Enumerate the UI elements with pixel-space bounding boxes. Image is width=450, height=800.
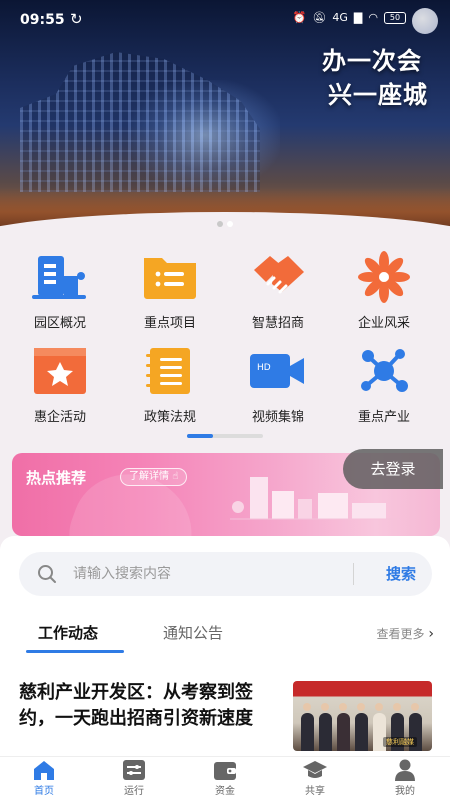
- wifi-icon: ◠: [368, 11, 378, 24]
- wallet-icon: [213, 759, 237, 781]
- promo-title: 热点推荐: [26, 469, 87, 487]
- battery-icon: 50: [384, 11, 406, 24]
- toggle-icon: [122, 759, 146, 781]
- nav-label: 共享: [305, 786, 325, 797]
- thumb-head: [303, 703, 311, 711]
- hero-slogan: 办一次会 兴一座城: [322, 44, 427, 112]
- grid-row-2: 惠企活动 政策法规 HD 视频集锦 重点产业: [0, 344, 450, 425]
- hero-dot[interactable]: [217, 221, 223, 227]
- tab-work-updates[interactable]: 工作动态: [38, 622, 98, 643]
- tab-active-indicator: [26, 650, 124, 653]
- graduation-cap-icon: [303, 759, 327, 781]
- nav-operations[interactable]: 运行: [99, 759, 169, 797]
- slogan-line-2: 兴一座城: [328, 81, 428, 109]
- tab-notices[interactable]: 通知公告: [163, 622, 223, 643]
- nav-profile[interactable]: 我的: [370, 759, 440, 797]
- promo-detail-button[interactable]: 了解详情 ☝: [120, 468, 188, 486]
- pointer-hand-icon: ☝: [172, 471, 179, 482]
- news-tabs: 工作动态 通知公告 查看更多 ›: [0, 612, 450, 656]
- building-icon: [30, 250, 90, 304]
- home-icon: [32, 759, 56, 781]
- grid-item-park-overview[interactable]: 园区概况: [10, 250, 110, 331]
- status-time: 09:55: [20, 12, 65, 28]
- news-list: 慈利产业开发区：从考察到签约，一天跑出招商引资新速度 慈利融媒: [0, 656, 450, 756]
- grid-item-label: 智慧招商: [251, 316, 304, 331]
- person-icon: [393, 759, 417, 781]
- nav-label: 我的: [395, 786, 415, 797]
- notebook-icon: [140, 344, 200, 398]
- grid-item-key-industries[interactable]: 重点产业: [334, 344, 434, 425]
- signal-icon: ▇: [353, 11, 363, 24]
- grid-item-policies[interactable]: 政策法规: [120, 344, 220, 425]
- star-card-icon: [30, 344, 90, 398]
- thumb-head: [375, 703, 383, 711]
- grid-item-enterprise-events[interactable]: 惠企活动: [10, 344, 110, 425]
- thumb-head: [357, 703, 365, 711]
- nav-home[interactable]: 首页: [9, 759, 79, 797]
- thumb-person: [301, 713, 314, 751]
- folder-list-icon: [140, 250, 200, 304]
- chevron-right-icon: ›: [428, 626, 434, 642]
- search-input[interactable]: [73, 552, 353, 596]
- hero-dot-active[interactable]: [227, 221, 233, 227]
- news-item-title[interactable]: 慈利产业开发区：从考察到签约，一天跑出招商引资新速度: [19, 680, 277, 732]
- grid-item-label: 惠企活动: [33, 410, 86, 425]
- nav-share[interactable]: 共享: [280, 759, 350, 797]
- hero-pagination: [0, 212, 450, 228]
- grid-item-label: 园区概况: [33, 316, 86, 331]
- flower-icon: [354, 250, 414, 304]
- grid-item-video-highlights[interactable]: HD 视频集锦: [228, 344, 328, 425]
- bottom-nav: 首页 运行 资金 共享 我的: [0, 756, 450, 800]
- view-more-link[interactable]: 查看更多 ›: [377, 625, 434, 642]
- thumb-head: [339, 703, 347, 711]
- grid-item-label: 政策法规: [143, 410, 196, 425]
- thumb-head: [321, 703, 329, 711]
- sync-icon: ↻: [70, 10, 83, 28]
- grid-pager: [187, 434, 263, 438]
- nav-funds[interactable]: 资金: [190, 759, 260, 797]
- nav-label: 资金: [215, 786, 235, 797]
- alarm-icon: ⏰: [292, 11, 307, 24]
- grid-item-label: 视频集锦: [251, 410, 304, 425]
- thumb-head: [393, 703, 401, 711]
- nav-label: 运行: [124, 786, 144, 797]
- thumb-head: [411, 703, 419, 711]
- grid-item-label: 企业风采: [357, 316, 410, 331]
- grid-item-key-projects[interactable]: 重点项目: [120, 250, 220, 331]
- network-label: 4G: [332, 11, 348, 24]
- svg-text:HD: HD: [257, 363, 271, 373]
- nav-label: 首页: [34, 786, 54, 797]
- grid-pager-active: [187, 434, 213, 438]
- search-bar: 搜索: [19, 552, 432, 596]
- search-icon: [38, 565, 56, 583]
- handshake-icon: [248, 250, 308, 304]
- search-button[interactable]: 搜索: [371, 552, 431, 596]
- view-more-label: 查看更多: [376, 627, 425, 641]
- grid-item-label: 重点项目: [143, 316, 196, 331]
- mute-icon: 🔕︎: [312, 11, 327, 24]
- video-camera-icon: HD: [248, 344, 308, 398]
- login-button[interactable]: 去登录: [343, 449, 443, 489]
- promo-detail-label: 了解详情: [129, 471, 169, 482]
- slogan-line-1: 办一次会: [322, 47, 422, 75]
- thumb-person: [355, 713, 368, 751]
- search-divider: [353, 563, 354, 585]
- status-icons: ⏰ 🔕︎ 4G ▇ ◠ 50: [293, 11, 406, 24]
- grid-item-enterprise-showcase[interactable]: 企业风采: [334, 250, 434, 331]
- grid-item-label: 重点产业: [357, 410, 410, 425]
- hero-building-image: [20, 52, 260, 192]
- thumb-person: [337, 713, 350, 751]
- status-bar: 09:55 ↻ ⏰ 🔕︎ 4G ▇ ◠ 50: [0, 0, 450, 40]
- thumb-stamp: 慈利融媒: [383, 737, 417, 747]
- thumb-person: [319, 713, 332, 751]
- grid-row-1: 园区概况 重点项目 智慧招商 企业风采: [0, 250, 450, 331]
- moon-icon: [412, 8, 438, 34]
- molecule-icon: [354, 344, 414, 398]
- grid-item-smart-investment[interactable]: 智慧招商: [228, 250, 328, 331]
- news-item-thumbnail[interactable]: 慈利融媒: [293, 681, 432, 751]
